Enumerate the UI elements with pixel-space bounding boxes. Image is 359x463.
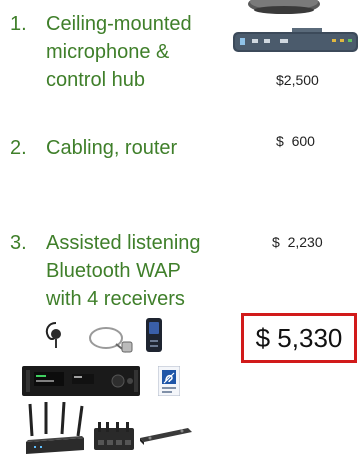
- item-3-price: $ 2,230: [272, 234, 323, 250]
- total-cost: $ 5,330: [255, 322, 343, 353]
- item-2-line-1: Cabling, router: [46, 137, 178, 159]
- item-1-line-3: control hub: [46, 69, 145, 91]
- wap-transmitter-image: [22, 366, 140, 396]
- item-1-number: 1.: [10, 13, 27, 35]
- item-1-text: Ceiling-mounted microphone & control hub: [46, 10, 246, 94]
- total-cost-box: $ 5,330: [241, 313, 357, 363]
- rack-mount-bracket-image: [140, 428, 192, 445]
- item-3-line-1: Assisted listening: [46, 232, 201, 254]
- item-1-price: $2,500: [276, 72, 319, 88]
- control-hub-image: [233, 28, 358, 52]
- equipment-cost-slide: 1. Ceiling-mounted microphone & control …: [0, 0, 359, 463]
- item-3-line-3: with 4 receivers: [46, 288, 185, 310]
- item-1-line-2: microphone &: [46, 41, 170, 63]
- item-2-price: $ 600: [276, 133, 315, 149]
- item-2-number: 2.: [10, 137, 27, 159]
- item-1-line-1: Ceiling-mounted: [46, 13, 192, 35]
- earpiece-image: [45, 322, 61, 348]
- hearing-loop-sign-image: [158, 366, 180, 396]
- item-3-text: Assisted listening Bluetooth WAP with 4 …: [46, 229, 246, 313]
- item-3-line-2: Bluetooth WAP: [46, 260, 181, 282]
- router-image: [26, 402, 84, 454]
- ceiling-microphone-image: [248, 0, 320, 14]
- item-3-number: 3.: [10, 232, 27, 254]
- item-2-text: Cabling, router: [46, 134, 246, 162]
- network-switch-image: [94, 422, 134, 450]
- neckloop-image: [89, 327, 133, 353]
- receiver-image: [146, 318, 162, 352]
